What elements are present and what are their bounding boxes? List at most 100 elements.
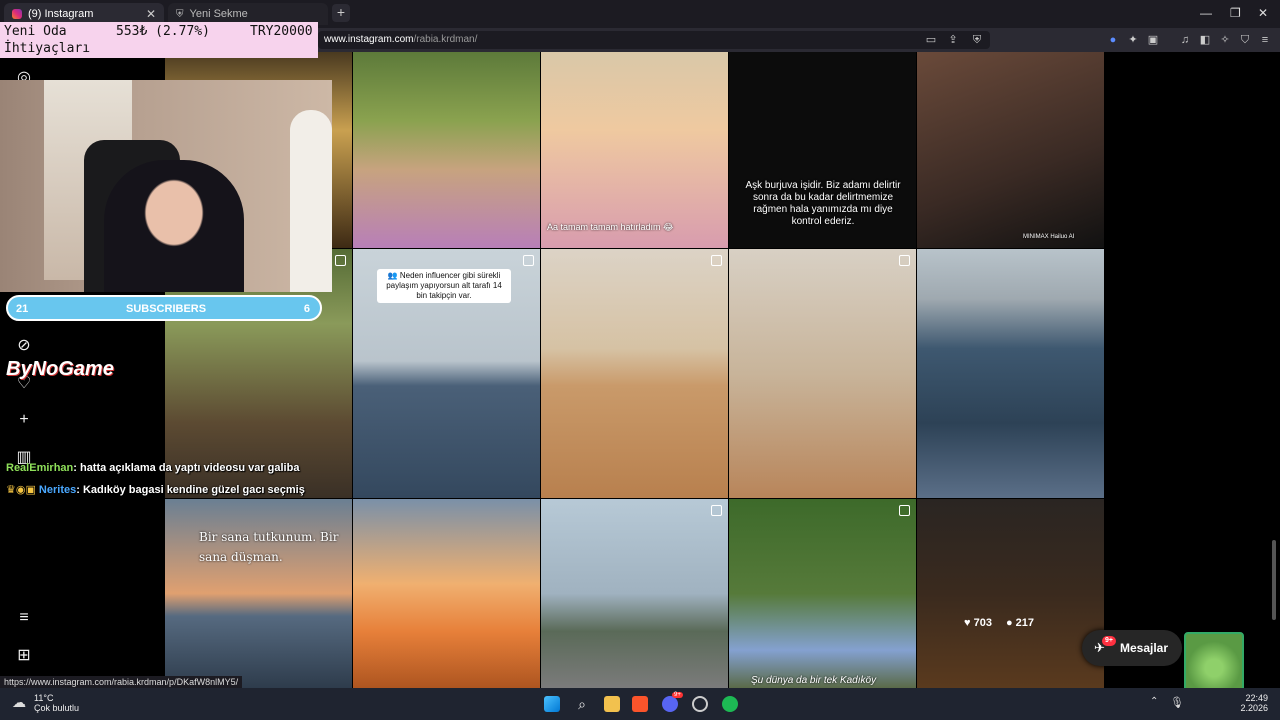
comment-icon: ● [1005, 617, 1013, 629]
maximize-button[interactable]: ❐ [1230, 6, 1241, 20]
mirror [290, 110, 332, 292]
post-caption: MINIMAX Hailuo AI [1023, 234, 1075, 240]
post-caption: Aşk burjuva işidir. Biz adamı delirtir s… [745, 180, 901, 227]
webcam-feed [0, 80, 332, 292]
more-menu-icon[interactable]: ≡ [14, 608, 34, 628]
goal-amount: 553₺ (2.77%) [116, 24, 210, 39]
post-thumbnail[interactable]: Aşk burjuva işidir. Biz adamı delirtir s… [729, 52, 916, 248]
messages-button[interactable]: ✈ 9+ Mesajlar [1082, 630, 1182, 666]
music-icon[interactable]: ♫ [1178, 33, 1192, 47]
windows-taskbar: ☁ ⌕ 9+ ⌃ 🎙 [0, 688, 1280, 720]
brave-browser-icon[interactable] [632, 696, 648, 712]
subs-label: SUBSCRIBERS [126, 303, 207, 315]
close-window-button[interactable]: ✕ [1258, 6, 1268, 20]
messages-label: Mesajlar [1120, 641, 1169, 655]
file-explorer-icon[interactable] [604, 696, 620, 712]
chat-message: RealEmirhan: hatta açıklama da yaptı vid… [6, 462, 299, 474]
post-caption: Aa tamam tamam hatırladım 😂 [547, 222, 674, 232]
discord-badge: 9+ [672, 692, 683, 698]
url-path: /rabia.krdman/ [413, 34, 478, 45]
subs-right-count: 6 [303, 303, 310, 315]
post-thumbnail[interactable]: Bir sana tutkunum. Bir sana düşman. [165, 499, 352, 688]
comments-count-group: ● 217 [1006, 617, 1034, 629]
reel-icon [335, 255, 346, 266]
discord-icon[interactable] [662, 696, 678, 712]
post-thumbnail[interactable]: 👥 Neden influencer gibi sürekli paylaşım… [353, 249, 540, 498]
post-thumbnail-hovered[interactable] [917, 499, 1104, 688]
heart-icon: ♥ [964, 617, 971, 629]
post-thumbnail[interactable] [541, 249, 728, 498]
likes-count: 703 [973, 617, 992, 629]
reel-icon [523, 255, 534, 266]
page-scrollbar[interactable] [1272, 540, 1276, 620]
address-bar[interactable]: www.instagram.com/rabia.krdman/ [318, 31, 990, 49]
reel-icon [711, 255, 722, 266]
create-icon[interactable]: + [14, 410, 34, 430]
post-thumbnail[interactable]: MINIMAX Hailuo AI [917, 52, 1104, 248]
reel-icon [711, 505, 722, 516]
shield-status-icon[interactable]: ⛉ [1238, 33, 1252, 47]
post-caption: 👥 Neden influencer gibi sürekli paylaşım… [377, 269, 511, 303]
minimize-button[interactable]: — [1200, 6, 1212, 20]
subscribers-bar: 21 SUBSCRIBERS 6 [6, 295, 322, 321]
weather-desc: Çok bulutlu [34, 703, 80, 713]
obs-icon[interactable] [692, 696, 708, 712]
tab-new-label: Yeni Sekme [189, 8, 248, 20]
tab-instagram-label: (9) Instagram [28, 8, 94, 20]
comments-count: 217 [1015, 617, 1035, 629]
tray-chevron-icon[interactable]: ⌃ [1150, 696, 1158, 707]
clock-date: 2.2026 [1240, 703, 1268, 713]
chat-text: : hatta açıklama da yaptı videosu var ga… [73, 462, 300, 474]
vpn-icon[interactable]: ● [1106, 33, 1120, 47]
chat-message: ♛◉▣ Nerites: Kadıköy bagasi kendine güze… [6, 483, 305, 496]
clock-time: 22:49 [1245, 693, 1268, 703]
post-thumbnail[interactable] [541, 499, 728, 688]
sidebar-toggle-icon[interactable]: ◧ [1198, 33, 1212, 47]
url-host: www.instagram.com [324, 34, 414, 45]
post-thumbnail[interactable] [353, 52, 540, 248]
donation-goal-overlay: Yeni Oda İhtiyaçları 553₺ (2.77%) TRY200… [0, 22, 318, 58]
goal-title-line1: Yeni Oda [4, 24, 67, 39]
likes-count-group: ♥ 703 [964, 617, 992, 629]
menu-icon[interactable]: ≡ [1258, 33, 1272, 47]
weather-widget[interactable]: 11°C Çok bulutlu [12, 693, 79, 713]
spotify-icon[interactable] [722, 696, 738, 712]
cast-icon[interactable]: ▭ [924, 33, 938, 47]
goal-target: TRY20000 [250, 24, 313, 39]
reel-icon [899, 505, 910, 516]
post-hover-stats: ♥ 703 ● 217 [964, 617, 1034, 629]
post-thumbnail[interactable] [729, 249, 916, 498]
post-caption: Şu dünya da bir tek Kadıköy [751, 675, 877, 686]
post-caption: Bir sana tutkunum. Bir sana düşman. [199, 530, 339, 564]
explore-icon[interactable]: ⊘ [14, 336, 34, 356]
share-icon[interactable]: ⇪ [946, 33, 960, 47]
brave-shield-icon[interactable]: ⛨ [970, 33, 984, 47]
streamer [104, 160, 244, 292]
close-tab-icon[interactable]: ✕ [146, 7, 156, 21]
post-thumbnail[interactable]: Aa tamam tamam hatırladım 😂 [541, 52, 728, 248]
post-thumbnail[interactable] [917, 249, 1104, 498]
search-icon[interactable]: ⌕ [574, 696, 590, 712]
instagram-icon [12, 9, 22, 19]
reel-icon [899, 255, 910, 266]
post-thumbnail[interactable] [353, 499, 540, 688]
weather-temp: 11°C [34, 693, 54, 703]
sponsor-logo: ByNoGame [6, 358, 114, 380]
post-thumbnail[interactable]: Şu dünya da bir tek Kadıköy [729, 499, 916, 688]
chat-text: : Kadıköy bagasi kendine güzel gacı seçm… [76, 484, 305, 496]
extensions-icon[interactable]: ✦ [1126, 33, 1140, 47]
chat-username: Nerites [38, 484, 77, 496]
status-bar-url: https://www.instagram.com/rabia.krdman/p… [0, 676, 243, 688]
also-from-meta-icon[interactable]: ⊞ [14, 646, 34, 666]
chat-badges-icon: ♛◉▣ [6, 484, 39, 496]
messages-badge: 9+ [1102, 636, 1116, 646]
goal-title-line2: İhtiyaçları [4, 41, 91, 56]
leo-ai-icon[interactable]: ✧ [1218, 33, 1232, 47]
chat-username: RealEmirhan [6, 462, 74, 474]
subs-left-count: 21 [16, 303, 29, 315]
wallet-icon[interactable]: ▣ [1146, 33, 1160, 47]
new-tab-button[interactable]: + [332, 4, 350, 22]
microphone-icon[interactable]: 🎙 [1170, 696, 1184, 709]
system-clock[interactable]: 22:49 2.2026 [1240, 693, 1268, 713]
windows-start-icon[interactable] [544, 696, 560, 712]
